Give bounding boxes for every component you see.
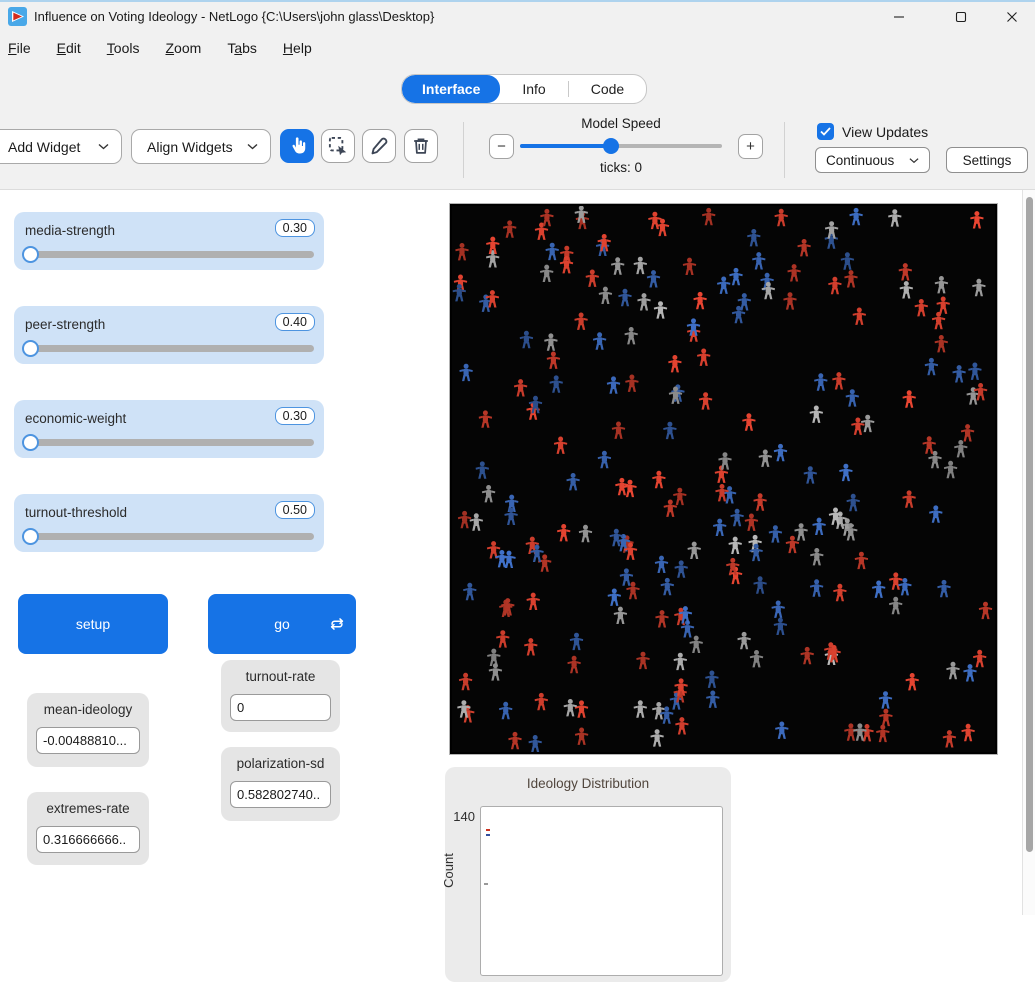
chevron-down-icon (98, 143, 109, 150)
check-icon (820, 127, 831, 136)
forever-loop-icon (329, 616, 345, 632)
hand-pointer-icon (287, 136, 307, 156)
monitor-turnout-rate: turnout-rate 0 (221, 660, 340, 732)
delete-tool-button[interactable] (404, 129, 438, 163)
model-speed-label: Model Speed (520, 116, 722, 131)
tab-info[interactable]: Info (500, 75, 567, 103)
monitor-extremes-rate: extremes-rate 0.316666666.. (27, 792, 149, 865)
slider-peer-strength[interactable]: peer-strength 0.40 (14, 306, 324, 364)
monitor-label: extremes-rate (27, 801, 149, 816)
menu-bar: File Edit Tools Zoom Tabs Help (0, 32, 1035, 63)
plot-y-axis-label: Count (441, 853, 456, 888)
monitor-label: polarization-sd (221, 756, 340, 771)
marquee-select-tool-button[interactable] (321, 129, 355, 163)
minimize-button[interactable] (876, 2, 922, 32)
speed-plus-button[interactable]: + (738, 134, 763, 159)
align-widgets-dropdown[interactable]: Align Widgets (131, 129, 271, 164)
monitor-label: turnout-rate (221, 669, 340, 684)
view-updates-label: View Updates (842, 124, 928, 140)
netlogo-window: Influence on Voting Ideology - NetLogo {… (0, 0, 1035, 913)
menu-tools[interactable]: Tools (94, 35, 153, 61)
plot-title: Ideology Distribution (445, 776, 731, 791)
slider-label: turnout-threshold (25, 505, 127, 520)
model-speed-slider[interactable] (520, 144, 722, 148)
plot-area (480, 806, 723, 976)
tab-bar: Interface Info Code (401, 74, 647, 104)
title-bar: Influence on Voting Ideology - NetLogo {… (0, 2, 1035, 32)
update-mode-value: Continuous (826, 153, 894, 168)
slider-label: media-strength (25, 223, 115, 238)
toolbar-divider (463, 122, 464, 178)
monitor-label: mean-ideology (27, 702, 149, 717)
slider-track[interactable] (24, 251, 314, 258)
plot-pen-mark (486, 834, 490, 836)
world-view (450, 204, 997, 754)
monitor-value: 0.582802740.. (230, 781, 331, 808)
menu-file[interactable]: File (0, 35, 44, 61)
toolbar-divider (784, 122, 785, 178)
monitor-mean-ideology: mean-ideology -0.00488810... (27, 693, 149, 767)
monitor-value: 0 (230, 694, 331, 721)
chevron-down-icon (909, 157, 919, 164)
close-button[interactable] (989, 2, 1035, 32)
slider-thumb[interactable] (22, 528, 39, 545)
agents-canvas (452, 206, 995, 752)
slider-label: peer-strength (25, 317, 105, 332)
view-updates-checkbox[interactable] (817, 123, 834, 140)
menu-tabs[interactable]: Tabs (214, 35, 270, 61)
monitor-polarization-sd: polarization-sd 0.582802740.. (221, 747, 340, 821)
marquee-select-icon (328, 136, 348, 156)
window-title: Influence on Voting Ideology - NetLogo {… (34, 9, 434, 24)
setup-button-label: setup (76, 616, 110, 632)
speed-minus-button[interactable]: − (489, 134, 514, 159)
monitor-value: 0.316666666.. (36, 826, 140, 853)
slider-value-badge: 0.30 (275, 407, 315, 425)
top-toolbar-region: Interface Info Code Add Widget Align Wid… (0, 63, 1035, 190)
slider-thumb[interactable] (22, 340, 39, 357)
model-speed-thumb[interactable] (603, 138, 619, 154)
slider-track[interactable] (24, 345, 314, 352)
plot-pen-mark (484, 883, 488, 885)
align-widgets-label: Align Widgets (147, 139, 233, 155)
menu-edit[interactable]: Edit (44, 35, 94, 61)
settings-button[interactable]: Settings (946, 147, 1028, 173)
slider-thumb[interactable] (22, 434, 39, 451)
vertical-scrollbar (1022, 190, 1035, 915)
menu-help[interactable]: Help (270, 35, 325, 61)
slider-thumb[interactable] (22, 246, 39, 263)
menu-zoom[interactable]: Zoom (152, 35, 214, 61)
go-button[interactable]: go (208, 594, 356, 654)
maximize-button[interactable] (938, 2, 984, 32)
chevron-down-icon (247, 143, 258, 150)
slider-value-badge: 0.50 (275, 501, 315, 519)
slider-economic-weight[interactable]: economic-weight 0.30 (14, 400, 324, 458)
add-widget-label: Add Widget (8, 139, 80, 155)
netlogo-app-icon (8, 7, 27, 26)
model-speed-fill (520, 144, 611, 148)
tab-interface[interactable]: Interface (402, 75, 500, 103)
plot-y-tick: 140 (449, 809, 475, 824)
plot-pen-mark (486, 829, 490, 831)
update-mode-dropdown[interactable]: Continuous (815, 147, 930, 173)
scrollbar-thumb[interactable] (1026, 197, 1033, 852)
trash-icon (411, 136, 431, 156)
slider-label: economic-weight (25, 411, 126, 426)
add-widget-dropdown[interactable]: Add Widget (0, 129, 122, 164)
slider-value-badge: 0.30 (275, 219, 315, 237)
slider-media-strength[interactable]: media-strength 0.30 (14, 212, 324, 270)
tab-code[interactable]: Code (569, 75, 646, 103)
interface-canvas: media-strength 0.30 peer-strength 0.40 e… (0, 190, 1022, 915)
slider-track[interactable] (24, 439, 314, 446)
setup-button[interactable]: setup (18, 594, 168, 654)
edit-tool-button[interactable] (362, 129, 396, 163)
go-button-label: go (274, 616, 290, 632)
pencil-icon (369, 136, 389, 156)
slider-track[interactable] (24, 533, 314, 540)
pointer-tool-button[interactable] (280, 129, 314, 163)
slider-value-badge: 0.40 (275, 313, 315, 331)
slider-turnout-threshold[interactable]: turnout-threshold 0.50 (14, 494, 324, 552)
ticks-counter: ticks: 0 (500, 160, 742, 175)
monitor-value: -0.00488810... (36, 727, 140, 754)
ideology-distribution-plot: Ideology Distribution 140 Count (445, 767, 731, 982)
